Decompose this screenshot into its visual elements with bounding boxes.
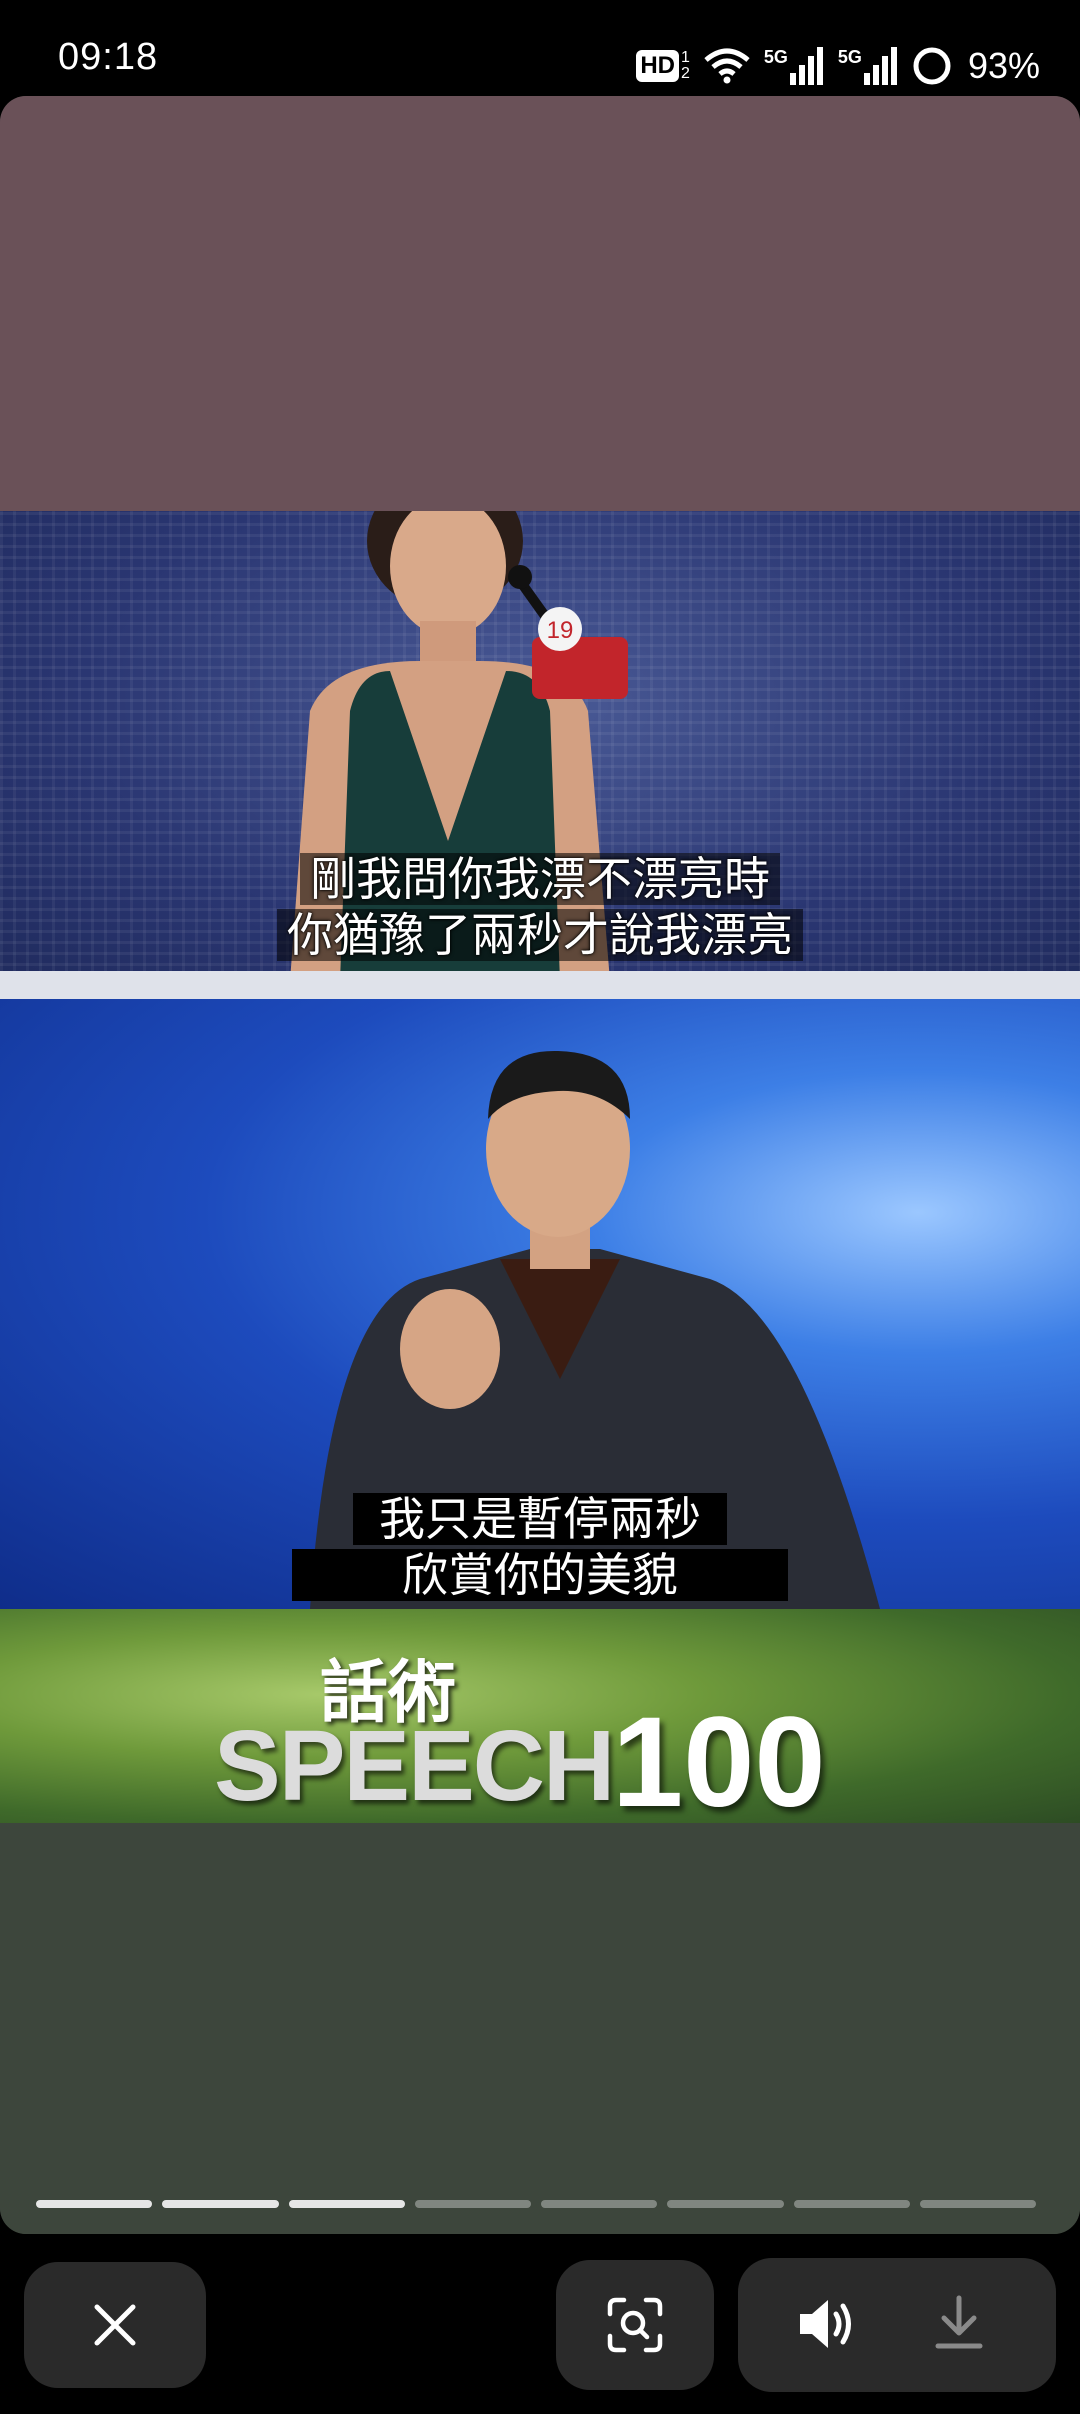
signal-icon-sim2: 5G [838, 47, 898, 85]
progress-segment [162, 2200, 279, 2208]
progress-segment [793, 2200, 910, 2208]
bottom-action-bar [0, 2234, 1080, 2414]
wifi-icon [704, 48, 750, 84]
scan-icon [606, 2296, 664, 2354]
progress-segment [288, 2200, 405, 2208]
desk-strip [0, 971, 1080, 999]
story-media[interactable]: 19 剛我問你我漂不漂亮時 你猶豫了兩秒才說我漂亮 我只是暫停兩秒 欣賞你的美貌… [0, 511, 1080, 1823]
subtitle-b-line2: 欣賞你的美貌 [292, 1549, 788, 1601]
battery-percent: 93% [967, 45, 1040, 86]
signal-icon-sim1: 5G [764, 47, 824, 85]
story-progress-bar [36, 2200, 1036, 2208]
progress-segment [541, 2200, 658, 2208]
hd-sim-index: 12 [681, 49, 690, 82]
video-frame-woman: 19 剛我問你我漂不漂亮時 你猶豫了兩秒才說我漂亮 [0, 511, 1080, 999]
contestant-number: 19 [547, 617, 574, 644]
story-viewer[interactable]: 19 剛我問你我漂不漂亮時 你猶豫了兩秒才說我漂亮 我只是暫停兩秒 欣賞你的美貌… [0, 96, 1080, 2234]
subtitle-b-line1: 我只是暫停兩秒 [353, 1493, 727, 1545]
close-icon [93, 2303, 137, 2347]
status-icons: HD 12 5G 5G 93% [636, 38, 1040, 94]
download-icon[interactable] [934, 2294, 984, 2352]
bottom-blur-band [0, 1823, 1080, 2234]
sim1-label: 5G [763, 47, 788, 67]
battery-icon [912, 46, 952, 86]
progress-segment [667, 2200, 784, 2208]
video-frame-man: 我只是暫停兩秒 欣賞你的美貌 [0, 999, 1080, 1609]
status-time: 09:18 [58, 36, 159, 78]
progress-segment [414, 2200, 531, 2208]
volume-icon[interactable] [796, 2296, 856, 2352]
subtitle-a-line2: 你猶豫了兩秒才說我漂亮 [277, 909, 803, 961]
hd-icon: HD 12 [636, 50, 690, 82]
brand-title-english: SPEECH [214, 1710, 615, 1822]
title-card: 話術 SPEECH 100 [0, 1609, 1080, 1823]
media-controls [738, 2258, 1056, 2392]
progress-segment [36, 2200, 153, 2208]
close-button[interactable] [24, 2262, 206, 2388]
sim2-label: 5G [837, 47, 862, 67]
status-bar: 09:18 HD 12 5G 5G 93% [0, 0, 1080, 96]
subtitle-scene-a: 剛我問你我漂不漂亮時 你猶豫了兩秒才說我漂亮 [0, 851, 1080, 963]
subtitle-scene-b: 我只是暫停兩秒 欣賞你的美貌 [0, 1491, 1080, 1603]
subtitle-a-line1: 剛我問你我漂不漂亮時 [300, 853, 780, 905]
hd-label: HD [636, 50, 679, 82]
brand-title-number: 100 [612, 1691, 826, 1823]
progress-segment [919, 2200, 1036, 2208]
top-blur-band [0, 96, 1080, 511]
scan-button[interactable] [556, 2260, 714, 2390]
